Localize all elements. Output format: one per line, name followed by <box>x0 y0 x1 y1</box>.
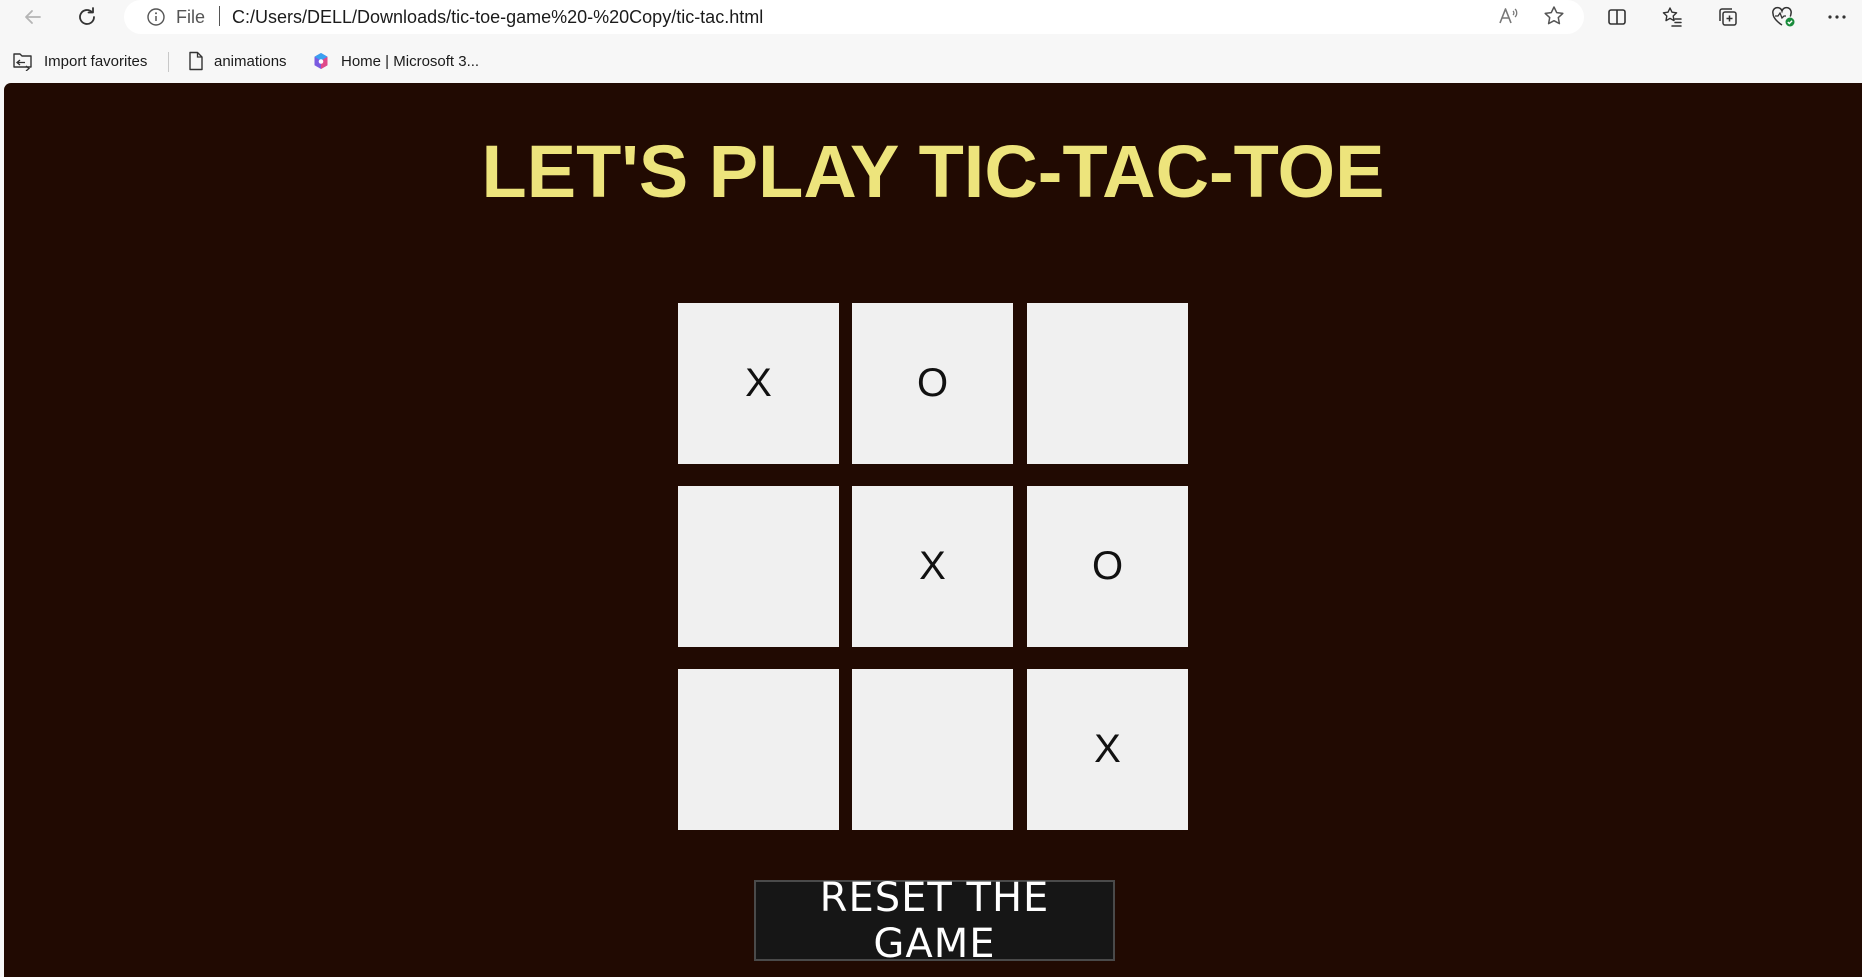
favorite-label: Home | Microsoft 3... <box>341 52 480 70</box>
board-cell-r3-c2[interactable] <box>852 669 1013 830</box>
favorite-label: Import favorites <box>44 52 148 70</box>
favorite-animations[interactable]: animations <box>188 48 287 74</box>
add-favorite-star-icon[interactable] <box>1542 4 1566 28</box>
browser-essentials-heart-icon <box>1772 6 1795 27</box>
refresh-icon <box>79 7 95 25</box>
split-screen-icon <box>1608 9 1626 25</box>
address-separator <box>219 6 220 26</box>
more-dots-icon <box>1828 15 1846 19</box>
address-url[interactable]: C:/Users/DELL/Downloads/tic-toe-game%20-… <box>232 7 763 28</box>
address-scheme-label: File <box>176 7 206 27</box>
favorites-list-icon <box>1662 7 1682 27</box>
collections-button[interactable] <box>1713 2 1743 32</box>
browser-essentials-button[interactable] <box>1768 2 1798 32</box>
game-board: X O X O X <box>678 303 1192 835</box>
settings-more-button[interactable] <box>1822 2 1852 32</box>
split-screen-button[interactable] <box>1602 2 1632 32</box>
board-cell-r1-c1[interactable]: X <box>678 303 839 464</box>
info-icon[interactable] <box>146 7 166 27</box>
board-cell-r3-c3[interactable]: X <box>1027 669 1188 830</box>
import-favorites-icon <box>13 53 32 71</box>
favorite-label: animations <box>214 52 287 70</box>
favorites-button[interactable] <box>1657 2 1687 32</box>
address-bar[interactable]: File C:/Users/DELL/Downloads/tic-toe-gam… <box>124 0 1584 34</box>
microsoft365-icon <box>314 53 328 69</box>
page-icon <box>189 51 203 71</box>
board-cell-r3-c1[interactable] <box>678 669 839 830</box>
reset-game-button[interactable]: RESET THE GAME <box>754 875 1115 967</box>
page-viewport: LET'S PLAY TIC-TAC-TOE X O X O X RESET T… <box>4 83 1862 977</box>
board-cell-r2-c2[interactable]: X <box>852 486 1013 647</box>
browser-toolbar: File C:/Users/DELL/Downloads/tic-toe-gam… <box>0 0 1862 34</box>
page-title: LET'S PLAY TIC-TAC-TOE <box>481 130 1385 213</box>
back-arrow-icon <box>25 10 41 24</box>
favorites-divider <box>168 52 169 72</box>
board-cell-r2-c3[interactable]: O <box>1027 486 1188 647</box>
board-cell-r2-c1[interactable] <box>678 486 839 647</box>
board-cell-r1-c2[interactable]: O <box>852 303 1013 464</box>
refresh-button[interactable] <box>72 2 102 32</box>
back-button[interactable] <box>18 2 48 32</box>
collections-icon <box>1719 8 1737 26</box>
favorite-import-favorites[interactable]: Import favorites <box>12 48 147 74</box>
read-aloud-icon[interactable] <box>1496 4 1520 28</box>
favorite-microsoft-365[interactable]: Home | Microsoft 3... <box>311 48 479 74</box>
board-cell-r1-c3[interactable] <box>1027 303 1188 464</box>
favorites-bar: Import favorites animations Home | Micro… <box>0 44 1862 78</box>
